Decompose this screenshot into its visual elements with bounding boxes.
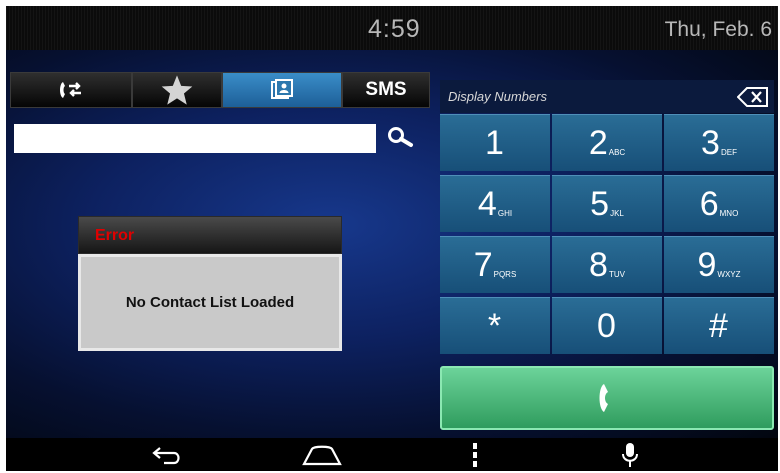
back-button[interactable] xyxy=(146,440,190,470)
contact-search-input[interactable] xyxy=(14,124,376,153)
phone-tabs: SMS xyxy=(10,72,430,108)
error-message: No Contact List Loaded xyxy=(125,294,295,311)
key-5[interactable]: 5 JKL xyxy=(552,175,662,232)
tab-sms[interactable]: SMS xyxy=(342,72,430,108)
key-6[interactable]: 6 MNO xyxy=(664,175,774,232)
call-switch-icon xyxy=(60,82,81,98)
home-button[interactable] xyxy=(298,440,346,470)
star-icon xyxy=(161,75,193,105)
error-dialog: Error No Contact List Loaded xyxy=(78,216,342,351)
key-hash[interactable]: # xyxy=(664,297,774,354)
tab-recent-calls[interactable] xyxy=(10,72,132,108)
key-3[interactable]: 3 DEF xyxy=(664,114,774,171)
contact-card-icon xyxy=(271,79,293,99)
menu-button[interactable] xyxy=(464,440,486,470)
key-0[interactable]: 0 xyxy=(552,297,662,354)
tab-favorites[interactable] xyxy=(132,72,222,108)
date: Thu, Feb. 6 xyxy=(664,18,772,41)
error-dialog-title-bar: Error xyxy=(78,216,342,254)
error-dialog-body: No Contact List Loaded xyxy=(78,254,342,351)
key-9[interactable]: 9 WXYZ xyxy=(664,236,774,293)
head-unit-screen: 4:59 Thu, Feb. 6 SMS Error No Contact Li… xyxy=(6,6,778,471)
clock: 4:59 xyxy=(368,15,421,43)
key-4[interactable]: 4 GHI xyxy=(440,175,550,232)
search-icon xyxy=(388,127,413,147)
key-8[interactable]: 8 TUV xyxy=(552,236,662,293)
key-star[interactable]: * xyxy=(440,297,550,354)
backspace-button[interactable] xyxy=(734,82,772,111)
android-nav-bar xyxy=(6,438,778,471)
key-1[interactable]: 1 xyxy=(440,114,550,171)
phone-handset-icon xyxy=(599,384,608,412)
menu-icon xyxy=(473,443,477,467)
tab-contacts[interactable] xyxy=(222,72,342,108)
search-button[interactable] xyxy=(378,120,422,154)
error-dialog-title: Error xyxy=(95,227,135,244)
number-display: Display Numbers xyxy=(440,80,774,113)
voice-button[interactable] xyxy=(618,440,642,470)
status-bar: 4:59 Thu, Feb. 6 xyxy=(6,6,778,50)
dial-keypad: 1 2 ABC 3 DEF 4 GHI 5 JKL 6 MNO 7 PQRS 8 TUV 9W… xyxy=(440,114,774,354)
key-2[interactable]: 2 ABC xyxy=(552,114,662,171)
call-button[interactable] xyxy=(440,366,774,430)
microphone-icon xyxy=(622,443,638,467)
key-7[interactable]: 7 PQRS xyxy=(440,236,550,293)
home-icon xyxy=(302,445,342,466)
backspace-icon xyxy=(737,86,768,107)
back-icon xyxy=(152,447,180,465)
number-display-placeholder: Display Numbers xyxy=(448,89,547,104)
phone-app: SMS Error No Contact List Loaded Display… xyxy=(6,50,778,438)
